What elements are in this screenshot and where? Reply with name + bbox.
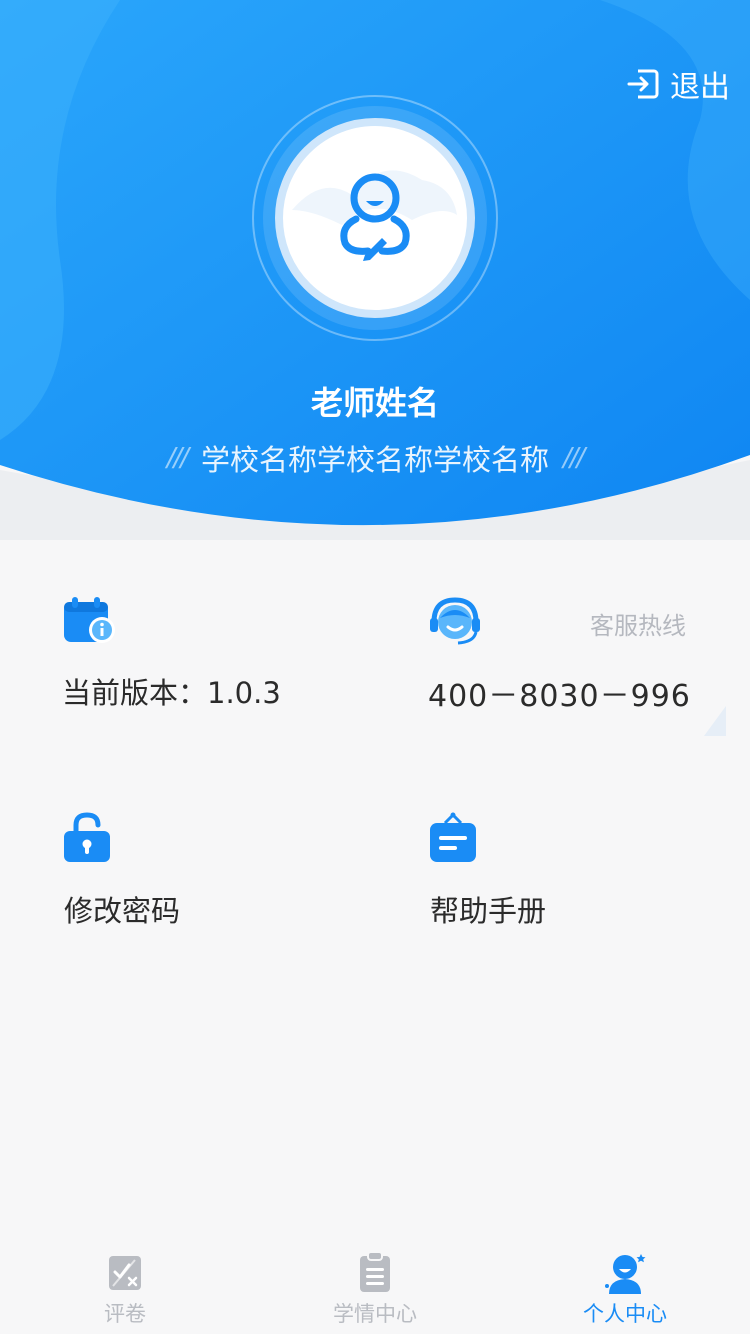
help-manual-item[interactable]: 帮助手册 [428,812,728,932]
hotline-title: 客服热线 [590,612,686,640]
profile-header: 退出 老师姓名 /// 学校名称学校名称学校名称 /// [0,0,750,540]
version-item: 当前版本：1.0.3 [62,596,362,716]
unlock-icon [64,812,110,862]
teacher-name: 老师姓名 [310,384,439,422]
tab-learning-center-label: 学情中心 [333,1302,417,1326]
teacher-avatar-icon [252,95,498,341]
decor-slashes-right: /// [563,443,585,473]
tab-personal-center[interactable]: 个人中心 [500,1238,750,1334]
decor-corner-shape [704,706,726,736]
school-name: 学校名称学校名称学校名称 [200,443,549,477]
clipboard-icon [360,1251,390,1292]
tab-personal-center-label: 个人中心 [583,1302,667,1326]
hotline-number[interactable]: 400－8030－996 [428,671,691,715]
tab-grading-label: 评卷 [104,1302,146,1326]
decor-slashes-left: /// [166,443,189,473]
logout-button[interactable]: 退出 [626,62,730,106]
logout-label: 退出 [670,70,730,105]
school-name-row: /// 学校名称学校名称学校名称 /// [0,436,750,480]
manual-icon [430,812,476,862]
person-icon [605,1254,646,1294]
avatar[interactable] [252,95,498,341]
grading-icon [109,1256,141,1290]
logout-icon [627,69,659,99]
change-password-label: 修改密码 [64,894,181,928]
version-label: 当前版本：1.0.3 [62,676,281,710]
bottom-tab-bar: 评卷 学情中心 个人中心 [0,1238,750,1334]
tab-learning-center[interactable]: 学情中心 [250,1238,500,1334]
calendar-info-icon [64,597,115,643]
change-password-item[interactable]: 修改密码 [62,812,362,932]
help-manual-label: 帮助手册 [430,894,547,928]
tab-grading[interactable]: 评卷 [0,1238,250,1334]
customer-service-icon [430,597,480,645]
hotline-item[interactable]: 客服热线 400－8030－996 [428,596,728,716]
